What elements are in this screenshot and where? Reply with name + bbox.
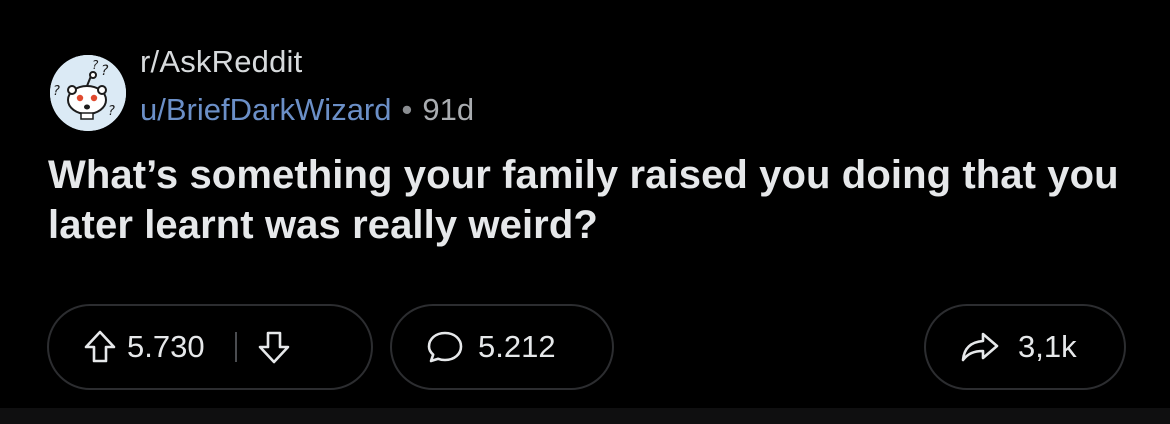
post-card[interactable]: ? ? ? ? r/AskReddit u/BriefDarkWizard • 91… <box>0 0 1170 408</box>
arrow-down-icon[interactable] <box>257 329 291 365</box>
speech-bubble-icon <box>426 329 464 365</box>
comment-count: 5.212 <box>478 329 556 364</box>
bottom-divider <box>0 408 1170 424</box>
post-title[interactable]: What’s something your family raised you … <box>48 150 1128 250</box>
share-count: 3,1k <box>1018 329 1077 364</box>
subreddit-name[interactable]: r/AskReddit <box>140 44 302 80</box>
comments-button[interactable]: 5.212 <box>390 304 614 390</box>
vote-divider <box>234 332 237 362</box>
post-meta: u/BriefDarkWizard • 91d <box>140 92 474 128</box>
share-arrow-icon <box>960 330 1000 364</box>
vote-bar: 5.730 <box>47 304 373 390</box>
subreddit-avatar-icon[interactable]: ? ? ? ? <box>50 55 126 131</box>
svg-text:?: ? <box>108 104 115 119</box>
vote-count: 5.730 <box>127 329 205 364</box>
author-link[interactable]: u/BriefDarkWizard <box>140 92 392 127</box>
meta-separator: • <box>401 92 413 127</box>
arrow-up-icon[interactable] <box>83 329 117 365</box>
svg-text:?: ? <box>53 84 60 99</box>
svg-text:?: ? <box>92 58 99 72</box>
share-button[interactable]: 3,1k <box>924 304 1126 390</box>
svg-text:?: ? <box>101 63 109 79</box>
post-age: 91d <box>422 92 475 127</box>
